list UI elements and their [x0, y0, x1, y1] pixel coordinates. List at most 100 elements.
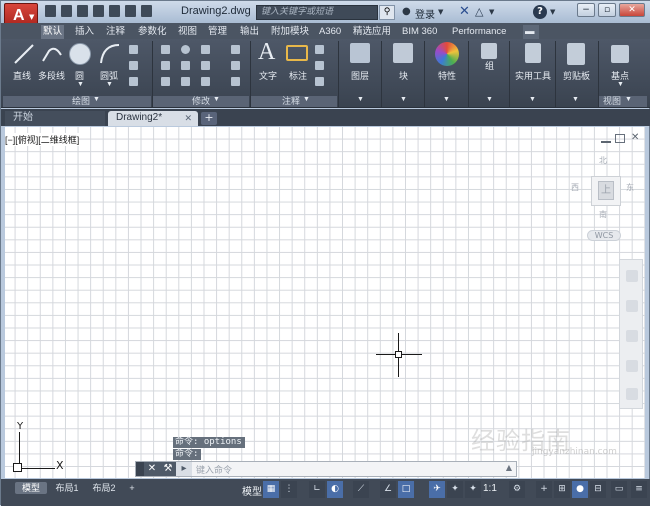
rotate-icon[interactable] [181, 45, 190, 54]
dimension-icon[interactable] [286, 45, 308, 61]
tab-home[interactable]: 默认 [41, 25, 65, 39]
view-panel-title[interactable]: 视图 [599, 96, 625, 107]
chevron-down-icon[interactable]: ▼ [572, 96, 579, 103]
pan-icon[interactable] [626, 300, 638, 312]
tab-a360[interactable]: A360 [317, 25, 343, 39]
chevron-down-icon[interactable]: ▼ [489, 8, 494, 16]
print-icon[interactable] [109, 5, 120, 17]
showmotion-icon[interactable] [626, 388, 638, 400]
orbit-icon[interactable] [626, 360, 638, 372]
text-icon[interactable]: A [258, 39, 275, 66]
color-wheel-icon[interactable] [435, 42, 459, 66]
help-icon[interactable]: ? [533, 5, 547, 19]
boundary-icon[interactable] [129, 77, 138, 86]
wcs-menu[interactable]: WCS [587, 230, 621, 241]
base-view-icon[interactable] [611, 45, 629, 63]
lock-ui-icon[interactable]: ⊟ [590, 481, 606, 498]
circle-icon[interactable] [69, 43, 91, 65]
tab-view[interactable]: 视图 [176, 25, 199, 39]
restore-button[interactable]: ▫ [598, 3, 616, 17]
clipboard-button[interactable]: 剪贴板 [563, 69, 590, 82]
tab-insert[interactable]: 插入 [73, 25, 96, 39]
model-space-toggle[interactable]: 模型 [242, 483, 262, 498]
viewport-restore-icon[interactable] [615, 134, 625, 143]
hardware-acceleration-icon[interactable]: ⊞ [554, 481, 570, 498]
user-icon[interactable]: ● [402, 6, 412, 18]
array-icon[interactable] [201, 77, 210, 86]
explode-icon[interactable] [231, 61, 240, 70]
calculator-icon[interactable] [525, 43, 541, 63]
close-button[interactable]: ✕ [619, 3, 645, 17]
table-icon[interactable] [315, 77, 324, 86]
command-input[interactable]: 键入命令 [196, 463, 232, 476]
properties-button[interactable]: 特性 [438, 69, 456, 82]
customization-menu-icon[interactable]: ≡ [631, 481, 647, 498]
a360-icon[interactable]: △ [475, 5, 483, 18]
new-file-icon[interactable] [45, 5, 56, 17]
tab-start[interactable]: 开始 [5, 111, 105, 126]
command-grip-icon[interactable] [136, 462, 144, 476]
viewport-controls-label[interactable]: [−][俯视][二维线框] [5, 133, 80, 146]
gear-icon[interactable]: ⚙ [509, 481, 525, 498]
block-button[interactable]: 块 [399, 69, 408, 82]
group-icon[interactable] [481, 43, 497, 59]
save-as-icon[interactable] [93, 5, 104, 17]
tab-bim360[interactable]: BIM 360 [400, 25, 439, 39]
object-snap-tracking-icon[interactable]: ∠ [380, 481, 396, 498]
erase-icon[interactable] [231, 45, 240, 54]
close-icon[interactable]: ✕ [144, 462, 160, 476]
redo-icon[interactable] [141, 5, 152, 17]
chevron-down-icon[interactable]: ▼ [106, 81, 113, 88]
zoom-icon[interactable] [626, 330, 638, 342]
chevron-down-icon[interactable]: ▼ [93, 96, 100, 103]
exchange-apps-icon[interactable]: ✕ [459, 4, 470, 19]
viewport-minimize-icon[interactable] [601, 141, 611, 143]
tab-layout1[interactable]: 布局1 [51, 482, 83, 494]
chevron-down-icon[interactable]: ▼ [400, 96, 407, 103]
new-tab-button[interactable]: + [201, 112, 217, 125]
polyline-icon[interactable] [41, 43, 63, 65]
clean-screen-icon[interactable]: ▭ [611, 481, 627, 498]
binoculars-icon[interactable]: ⚲ [379, 5, 395, 20]
chevron-down-icon[interactable]: ▼ [438, 8, 443, 16]
line-icon[interactable] [13, 43, 35, 65]
move-icon[interactable] [161, 45, 170, 54]
text-button[interactable]: 文字 [259, 69, 277, 82]
tab-annotate[interactable]: 注释 [104, 25, 127, 39]
object-snap-icon[interactable]: □ [398, 481, 414, 498]
chevron-down-icon[interactable]: ▼ [213, 96, 220, 103]
annotation-monitor-icon[interactable]: ✈ [429, 481, 445, 498]
stretch-icon[interactable] [161, 77, 170, 86]
chevron-down-icon[interactable]: ▼ [303, 96, 310, 103]
leader-icon[interactable] [315, 61, 324, 70]
tab-featured-apps[interactable]: 精选应用 [351, 25, 393, 39]
dimension-button[interactable]: 标注 [289, 69, 307, 82]
hatch-icon[interactable] [129, 61, 138, 70]
tab-layout2[interactable]: 布局2 [88, 482, 120, 494]
viewport-close-icon[interactable]: ✕ [631, 132, 639, 143]
viewcube-north[interactable]: 北 [599, 155, 607, 166]
tab-manage[interactable]: 管理 [206, 25, 229, 39]
trim-icon[interactable] [201, 45, 210, 54]
chevron-up-icon[interactable]: ▲ [506, 463, 512, 472]
polar-icon[interactable]: ◐ [327, 481, 343, 498]
chevron-down-icon[interactable]: ▼ [443, 96, 450, 103]
save-icon[interactable] [77, 5, 88, 17]
tab-parametric[interactable]: 参数化 [136, 25, 169, 39]
viewcube-south[interactable]: 南 [599, 209, 607, 220]
copy-icon[interactable] [161, 61, 170, 70]
ortho-icon[interactable]: ∟ [309, 481, 325, 498]
groups-button[interactable]: 组 [485, 59, 494, 72]
annotation-visibility-icon[interactable]: ✦ [447, 481, 463, 498]
close-icon[interactable]: ✕ [184, 111, 192, 125]
tab-drawing2[interactable]: Drawing2* ✕ [108, 111, 198, 126]
block-icon[interactable] [393, 43, 413, 63]
ribbon-minimize-icon[interactable]: ▬ [523, 25, 539, 39]
search-input[interactable]: 键入关键字或短语 [256, 5, 378, 20]
utilities-button[interactable]: 实用工具 [515, 69, 551, 82]
scale-icon[interactable] [181, 77, 190, 86]
viewcube-east[interactable]: 东 [626, 182, 634, 193]
isolate-objects-icon[interactable]: ● [572, 481, 588, 498]
grid-icon[interactable]: ▦ [263, 481, 279, 498]
snap-icon[interactable]: ⋮ [281, 481, 297, 498]
